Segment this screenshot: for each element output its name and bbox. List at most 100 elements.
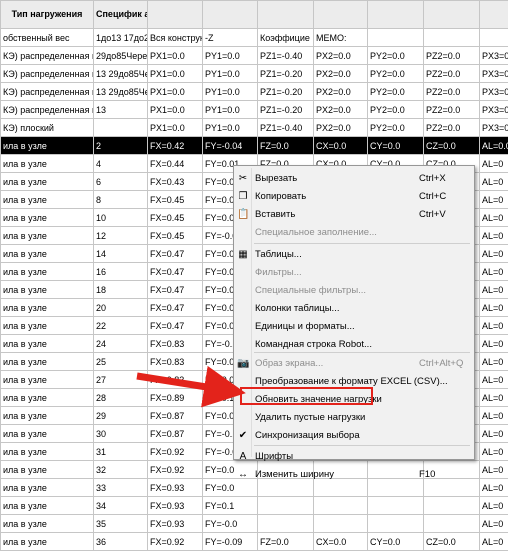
- table-cell[interactable]: 29: [94, 407, 148, 425]
- column-header[interactable]: [368, 1, 424, 29]
- table-cell[interactable]: PX2=0.0: [314, 119, 368, 137]
- table-cell[interactable]: FX=0.43: [148, 173, 203, 191]
- table-cell[interactable]: AL=0: [480, 443, 508, 461]
- table-cell[interactable]: PZ1=-0.40: [258, 47, 314, 65]
- table-cell[interactable]: [368, 497, 424, 515]
- table-cell[interactable]: FX=0.45: [148, 209, 203, 227]
- table-cell[interactable]: PZ2=0.0: [424, 83, 480, 101]
- table-cell[interactable]: -Z: [203, 29, 258, 47]
- table-cell[interactable]: Вся конструк: [148, 29, 203, 47]
- table-cell[interactable]: 32: [94, 461, 148, 479]
- table-cell[interactable]: 8: [94, 191, 148, 209]
- column-header[interactable]: [424, 1, 480, 29]
- menu-item[interactable]: ↔Изменить ширинуF10: [234, 466, 474, 484]
- table-cell[interactable]: ила в узле: [1, 515, 94, 533]
- table-cell[interactable]: AL=0: [480, 209, 508, 227]
- table-cell[interactable]: ила в узле: [1, 479, 94, 497]
- table-cell[interactable]: FX=0.92: [148, 443, 203, 461]
- table-cell[interactable]: 24: [94, 335, 148, 353]
- table-cell[interactable]: PX1=0.0: [148, 83, 203, 101]
- table-row[interactable]: КЭ) плоскийPX1=0.0PY1=0.0PZ1=-0.40PX2=0.…: [1, 119, 508, 137]
- table-cell[interactable]: AL=0: [480, 281, 508, 299]
- table-cell[interactable]: ила в узле: [1, 263, 94, 281]
- table-cell[interactable]: [314, 497, 368, 515]
- menu-item[interactable]: Колонки таблицы...: [234, 300, 474, 318]
- table-cell[interactable]: FX=0.47: [148, 299, 203, 317]
- table-cell[interactable]: AL=0: [480, 263, 508, 281]
- table-cell[interactable]: 28: [94, 389, 148, 407]
- table-cell[interactable]: [94, 119, 148, 137]
- table-cell[interactable]: FX=0.47: [148, 281, 203, 299]
- table-cell[interactable]: КЭ) распределенная п: [1, 101, 94, 119]
- table-cell[interactable]: [424, 497, 480, 515]
- table-cell[interactable]: PZ1=-0.20: [258, 101, 314, 119]
- table-cell[interactable]: AL=0: [480, 407, 508, 425]
- table-cell[interactable]: PY2=0.0: [368, 65, 424, 83]
- table-cell[interactable]: FX=0.87: [148, 425, 203, 443]
- table-cell[interactable]: PZ1=-0.20: [258, 65, 314, 83]
- table-cell[interactable]: 13: [94, 101, 148, 119]
- column-header[interactable]: [148, 1, 203, 29]
- table-cell[interactable]: PY2=0.0: [368, 101, 424, 119]
- table-cell[interactable]: 13 29до85Че: [94, 65, 148, 83]
- table-cell[interactable]: PZ2=0.0: [424, 119, 480, 137]
- table-cell[interactable]: 31: [94, 443, 148, 461]
- table-cell[interactable]: [258, 515, 314, 533]
- table-cell[interactable]: обственный вес: [1, 29, 94, 47]
- table-cell[interactable]: AL=0: [480, 479, 508, 497]
- table-row[interactable]: КЭ) распределенная п29до85ЧереPX1=0.0PY1…: [1, 47, 508, 65]
- table-cell[interactable]: ила в узле: [1, 137, 94, 155]
- table-cell[interactable]: [480, 29, 508, 47]
- table-cell[interactable]: FY=0.1: [203, 497, 258, 515]
- table-cell[interactable]: FX=0.89: [148, 389, 203, 407]
- table-cell[interactable]: AL=0: [480, 245, 508, 263]
- table-cell[interactable]: [314, 515, 368, 533]
- table-cell[interactable]: 27: [94, 371, 148, 389]
- table-row[interactable]: ила в узле36FX=0.92FY=-0.09FZ=0.0CX=0.0C…: [1, 533, 508, 551]
- table-cell[interactable]: Коэффицие: [258, 29, 314, 47]
- table-cell[interactable]: КЭ) распределенная п: [1, 65, 94, 83]
- table-cell[interactable]: 36: [94, 533, 148, 551]
- table-cell[interactable]: ила в узле: [1, 209, 94, 227]
- table-cell[interactable]: 13 29до85Че: [94, 83, 148, 101]
- table-cell[interactable]: FX=0.83: [148, 353, 203, 371]
- table-cell[interactable]: 20: [94, 299, 148, 317]
- menu-item[interactable]: Специальное заполнение...: [234, 224, 474, 242]
- table-cell[interactable]: AL=0: [480, 191, 508, 209]
- table-cell[interactable]: ила в узле: [1, 299, 94, 317]
- table-cell[interactable]: FY=-0.09: [203, 533, 258, 551]
- table-cell[interactable]: ила в узле: [1, 317, 94, 335]
- table-cell[interactable]: PY1=0.0: [203, 65, 258, 83]
- table-cell[interactable]: CX=0.0: [314, 137, 368, 155]
- table-cell[interactable]: AL=0: [480, 371, 508, 389]
- table-cell[interactable]: PZ2=0.0: [424, 47, 480, 65]
- table-cell[interactable]: PY1=0.0: [203, 101, 258, 119]
- table-cell[interactable]: PZ1=-0.20: [258, 83, 314, 101]
- table-cell[interactable]: 30: [94, 425, 148, 443]
- table-cell[interactable]: PY2=0.0: [368, 119, 424, 137]
- table-cell[interactable]: [258, 497, 314, 515]
- table-row[interactable]: КЭ) распределенная п13 29до85ЧеPX1=0.0PY…: [1, 83, 508, 101]
- table-cell[interactable]: 14: [94, 245, 148, 263]
- table-cell[interactable]: 34: [94, 497, 148, 515]
- table-cell[interactable]: ила в узле: [1, 227, 94, 245]
- table-cell[interactable]: AL=0: [480, 299, 508, 317]
- table-row[interactable]: обственный вес1до13 17до2Вся конструк-ZК…: [1, 29, 508, 47]
- table-cell[interactable]: PX2=0.0: [314, 47, 368, 65]
- table-cell[interactable]: FX=0.87: [148, 407, 203, 425]
- table-cell[interactable]: FX=0.45: [148, 227, 203, 245]
- table-row[interactable]: КЭ) распределенная п13 29до85ЧеPX1=0.0PY…: [1, 65, 508, 83]
- menu-item[interactable]: ▦Таблицы...: [234, 246, 474, 264]
- column-header[interactable]: [314, 1, 368, 29]
- table-cell[interactable]: 12: [94, 227, 148, 245]
- table-cell[interactable]: МЕМО:: [314, 29, 368, 47]
- table-cell[interactable]: CY=0.0: [368, 533, 424, 551]
- table-cell[interactable]: ила в узле: [1, 335, 94, 353]
- table-cell[interactable]: ила в узле: [1, 389, 94, 407]
- table-cell[interactable]: ила в узле: [1, 353, 94, 371]
- table-cell[interactable]: ила в узле: [1, 533, 94, 551]
- table-cell[interactable]: 10: [94, 209, 148, 227]
- table-cell[interactable]: ила в узле: [1, 371, 94, 389]
- table-row[interactable]: ила в узле35FX=0.93FY=-0.0AL=0: [1, 515, 508, 533]
- table-cell[interactable]: 6: [94, 173, 148, 191]
